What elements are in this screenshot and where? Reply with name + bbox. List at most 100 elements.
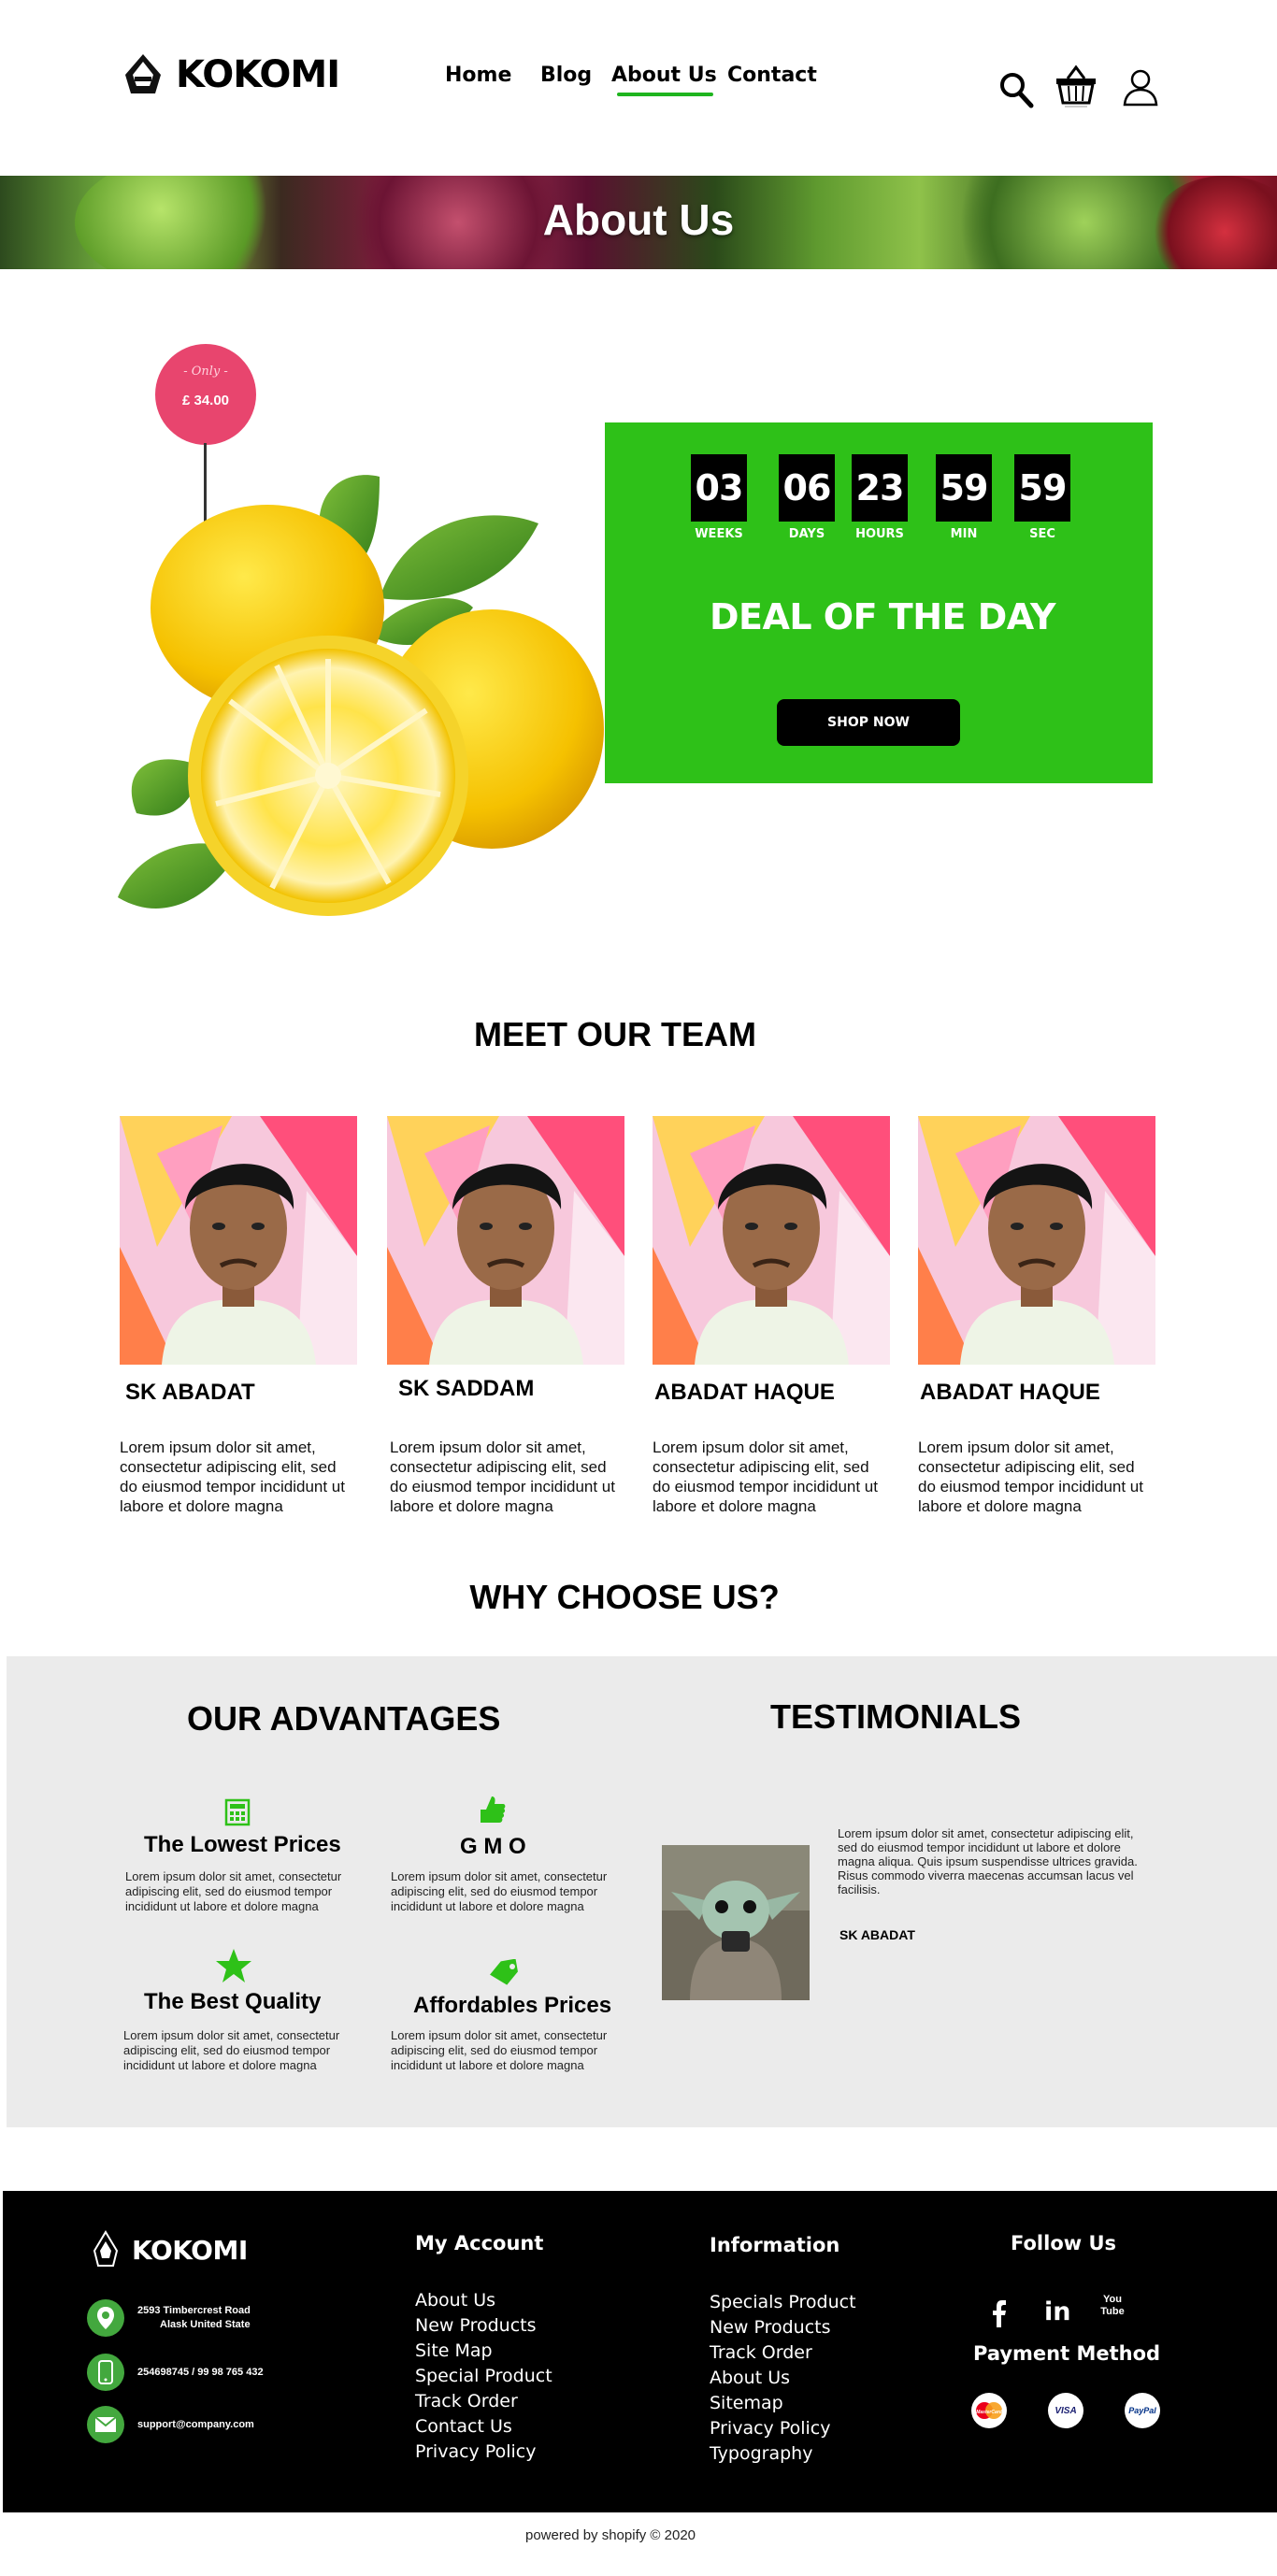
svg-text:MasterCard: MasterCard xyxy=(976,2410,1002,2415)
testimonials-title: TESTIMONIALS xyxy=(770,1697,1021,1736)
footer-address: 2593 Timbercrest Road Alask United State xyxy=(87,2299,251,2337)
basket-icon[interactable] xyxy=(1055,64,1098,108)
email-text[interactable]: support@company.com xyxy=(137,2418,254,2432)
team-photo xyxy=(387,1116,624,1365)
site-footer: KOKOMI 2593 Timbercrest Road Alask Unite… xyxy=(3,2191,1277,2512)
team-card: ABADAT HAQUE Lorem ipsum dolor sit amet,… xyxy=(653,1116,892,1515)
footer-link[interactable]: Privacy Policy xyxy=(415,2440,552,2465)
brand-name: KOKOMI xyxy=(176,53,340,96)
phone-icon xyxy=(87,2354,124,2391)
footer-link[interactable]: New Products xyxy=(710,2315,856,2340)
team-photo xyxy=(120,1116,357,1365)
team-member-desc: Lorem ipsum dolor sit amet, consectetur … xyxy=(653,1438,878,1515)
lemons-image xyxy=(118,475,604,916)
search-icon[interactable] xyxy=(998,71,1034,108)
testimonial-author: SK ABADAT xyxy=(839,1927,915,1942)
shop-now-button[interactable]: SHOP NOW xyxy=(777,699,960,746)
deal-of-the-day: 03 WEEKS 06 DAYS 23 HOURS 59 MIN 59 SEC … xyxy=(605,422,1153,783)
footer-link[interactable]: Specials Product xyxy=(710,2290,856,2315)
countdown-min: 59 MIN xyxy=(936,454,992,541)
nav-blog[interactable]: Blog xyxy=(540,64,592,87)
brand-logo[interactable]: KOKOMI xyxy=(120,52,340,97)
nav-contact[interactable]: Contact xyxy=(727,64,817,87)
price-tag-price: £ 34.00 xyxy=(181,393,230,408)
team-member-name: SK SADDAM xyxy=(398,1376,535,1401)
page-banner: About Us xyxy=(0,176,1277,269)
mastercard-icon: MasterCard xyxy=(971,2393,1007,2428)
team-card: SK SADDAM Lorem ipsum dolor sit amet, co… xyxy=(387,1116,626,1515)
footer-link[interactable]: Typography xyxy=(710,2441,856,2467)
footer-link[interactable]: New Products xyxy=(415,2313,552,2339)
advantage-desc: Lorem ipsum dolor sit amet, consectetur … xyxy=(123,2028,340,2072)
footer-link[interactable]: Contact Us xyxy=(415,2414,552,2440)
nav-home[interactable]: Home xyxy=(445,64,511,87)
mail-icon xyxy=(87,2406,124,2443)
team-member-desc: Lorem ipsum dolor sit amet, consectetur … xyxy=(918,1438,1143,1515)
thumbs-up-icon xyxy=(481,1796,506,1823)
advantage-desc: Lorem ipsum dolor sit amet, consectetur … xyxy=(391,1869,608,1913)
footer-link[interactable]: Track Order xyxy=(415,2389,552,2414)
phone-text: 254698745 / 99 98 765 432 xyxy=(137,2366,264,2378)
footer-phone: 254698745 / 99 98 765 432 xyxy=(87,2354,264,2391)
countdown-days: 06 DAYS xyxy=(779,454,835,541)
countdown-sec: 59 SEC xyxy=(1014,454,1070,541)
team-photo xyxy=(918,1116,1155,1365)
facebook-icon[interactable] xyxy=(992,2299,1007,2327)
my-account-links: About Us New Products Site Map Special P… xyxy=(415,2288,552,2465)
star-icon xyxy=(216,1949,251,1982)
advantage-title: The Lowest Prices xyxy=(144,1832,341,1857)
logo-mark-icon xyxy=(125,54,161,93)
address-line2: Alask United State xyxy=(160,2319,251,2330)
footer-link[interactable]: About Us xyxy=(710,2366,856,2391)
price-tag-icon xyxy=(490,1959,518,1985)
countdown-hours: 23 HOURS xyxy=(852,454,908,541)
linkedin-icon[interactable]: in xyxy=(1044,2297,1070,2326)
team-photo xyxy=(653,1116,890,1365)
page-title: About Us xyxy=(542,195,735,244)
price-tag: - Only - £ 34.00 xyxy=(155,344,256,445)
footer-link[interactable]: Special Product xyxy=(415,2364,552,2389)
visa-icon: VISA xyxy=(1048,2393,1083,2428)
footer-link[interactable]: About Us xyxy=(415,2288,552,2313)
team-card: ABADAT HAQUE Lorem ipsum dolor sit amet,… xyxy=(918,1116,1157,1515)
team-member-name: ABADAT HAQUE xyxy=(654,1380,835,1405)
footer-logo[interactable]: KOKOMI xyxy=(93,2230,248,2269)
youtube-icon[interactable]: You Tube xyxy=(1100,2294,1125,2318)
advantage-title: Affordables Prices xyxy=(413,1993,612,2018)
advantages-title: OUR ADVANTAGES xyxy=(187,1699,501,1738)
advantage-title: G M O xyxy=(460,1834,526,1859)
information-links: Specials Product New Products Track Orde… xyxy=(710,2290,856,2467)
location-pin-icon xyxy=(87,2299,124,2337)
information-title: Information xyxy=(710,2234,840,2256)
footer-logo-mark-icon xyxy=(93,2230,119,2267)
testimonial-text: Lorem ipsum dolor sit amet, consectetur … xyxy=(838,1826,1138,1896)
testimonial-photo xyxy=(662,1845,810,2000)
team-card: SK ABADAT Lorem ipsum dolor sit amet, co… xyxy=(120,1116,359,1515)
advantage-desc: Lorem ipsum dolor sit amet, consectetur … xyxy=(125,1869,342,1913)
follow-us-title: Follow Us xyxy=(1011,2232,1117,2254)
deal-title: DEAL OF THE DAY xyxy=(709,596,1056,637)
footer-link[interactable]: Sitemap xyxy=(710,2391,856,2416)
footer-link[interactable]: Track Order xyxy=(710,2340,856,2366)
advantage-title: The Best Quality xyxy=(144,1989,322,2014)
countdown-timer: 03 WEEKS 06 DAYS 23 HOURS 59 MIN 59 SEC xyxy=(691,454,1083,548)
why-choose-us-title: WHY CHOOSE US? xyxy=(469,1578,780,1616)
team-member-name: ABADAT HAQUE xyxy=(920,1380,1100,1405)
user-icon[interactable] xyxy=(1122,67,1159,107)
team-member-desc: Lorem ipsum dolor sit amet, consectetur … xyxy=(390,1438,615,1515)
my-account-title: My Account xyxy=(415,2232,544,2254)
footer-brand-name: KOKOMI xyxy=(132,2234,248,2266)
footer-link[interactable]: Privacy Policy xyxy=(710,2416,856,2441)
price-tag-only: - Only - xyxy=(183,365,228,379)
powered-by: powered by shopify © 2020 xyxy=(525,2527,696,2543)
address-line1: 2593 Timbercrest Road xyxy=(137,2305,251,2316)
paypal-icon: PayPal xyxy=(1125,2393,1160,2428)
payment-method-title: Payment Method xyxy=(973,2342,1161,2365)
advantage-desc: Lorem ipsum dolor sit amet, consectetur … xyxy=(391,2028,608,2072)
team-member-name: SK ABADAT xyxy=(125,1380,255,1405)
countdown-weeks: 03 WEEKS xyxy=(691,454,747,541)
footer-link[interactable]: Site Map xyxy=(415,2339,552,2364)
nav-about-us[interactable]: About Us xyxy=(611,64,717,96)
footer-email: support@company.com xyxy=(87,2406,254,2443)
team-member-desc: Lorem ipsum dolor sit amet, consectetur … xyxy=(120,1438,345,1515)
